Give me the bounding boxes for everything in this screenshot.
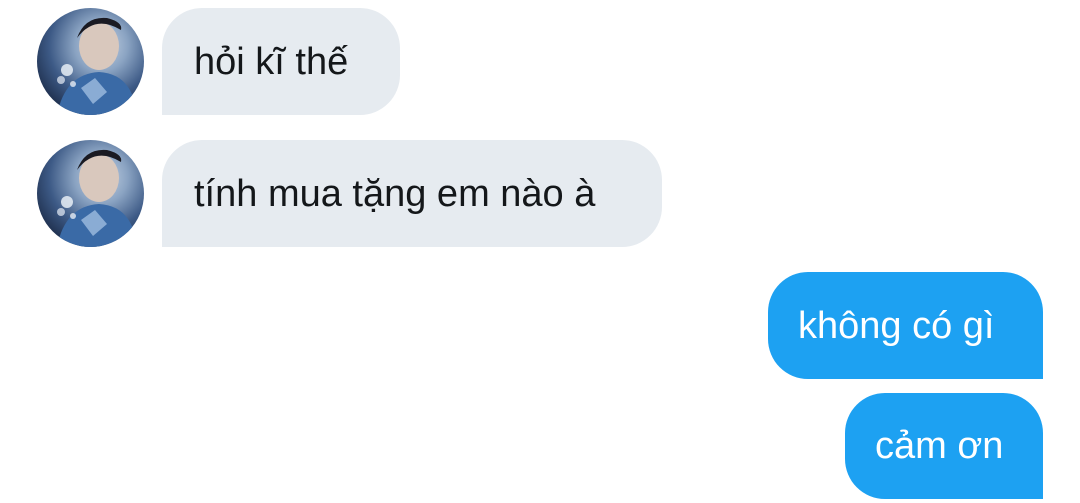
avatar-photo-icon (57, 149, 137, 247)
sender-avatar[interactable] (37, 140, 144, 247)
outgoing-message[interactable]: cảm ơn (845, 393, 1043, 499)
message-text: tính mua tặng em nào à (194, 172, 596, 215)
sender-avatar[interactable] (37, 8, 144, 115)
avatar-photo-icon (57, 17, 137, 115)
outgoing-message[interactable]: không có gì (768, 272, 1043, 379)
message-text: cảm ơn (875, 425, 1004, 467)
message-text: hỏi kĩ thế (194, 40, 349, 83)
incoming-message[interactable]: tính mua tặng em nào à (162, 140, 662, 247)
message-text: không có gì (798, 304, 995, 347)
incoming-message[interactable]: hỏi kĩ thế (162, 8, 400, 115)
